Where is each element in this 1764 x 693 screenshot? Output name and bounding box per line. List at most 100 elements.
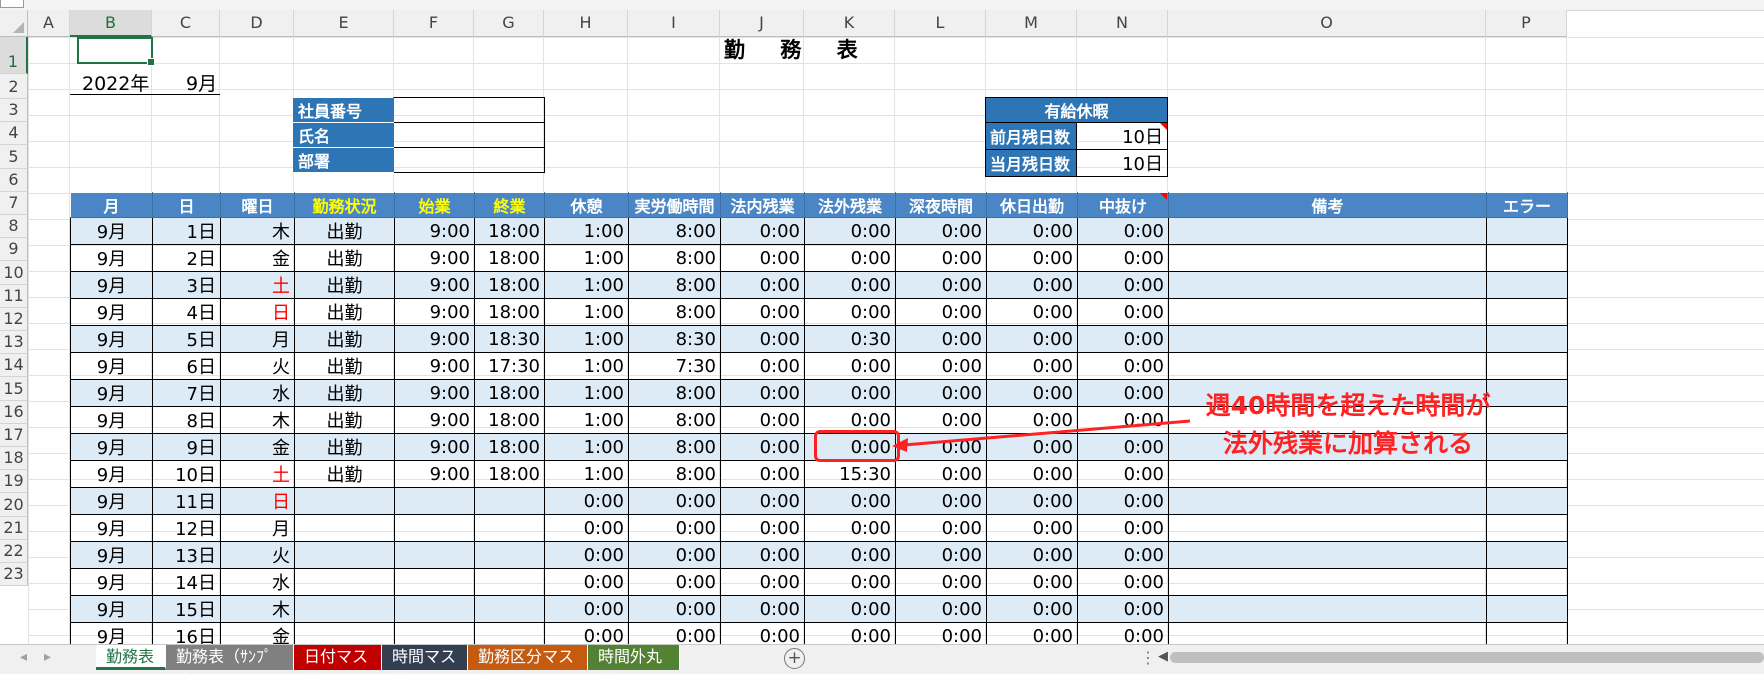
cell-r0-c13[interactable]	[1168, 217, 1487, 245]
row-header-13[interactable]: 13	[0, 331, 28, 355]
cell-r2-c14[interactable]	[1486, 271, 1568, 299]
sheet-tab-5[interactable]: 時間外丸め	[588, 645, 680, 690]
cell-r15-c8[interactable]: 0:00	[720, 622, 805, 644]
row-header-20[interactable]: 20	[0, 493, 28, 517]
cell-r14-c2[interactable]: 木	[220, 595, 295, 623]
cell-r1-c5[interactable]: 18:00	[474, 244, 545, 272]
cell-r10-c9[interactable]: 0:00	[804, 487, 896, 515]
row-header-19[interactable]: 19	[0, 470, 28, 494]
cell-r13-c14[interactable]	[1486, 568, 1568, 596]
cell-r4-c2[interactable]: 月	[220, 325, 295, 353]
cell-r9-c7[interactable]: 8:00	[628, 460, 721, 488]
cell-r10-c4[interactable]	[394, 487, 475, 515]
cell-r5-c9[interactable]: 0:00	[804, 352, 896, 380]
cell-r13-c8[interactable]: 0:00	[720, 568, 805, 596]
cell-r2-c4[interactable]: 9:00	[394, 271, 475, 299]
column-header-m[interactable]: M	[986, 10, 1077, 37]
cell-r12-c10[interactable]: 0:00	[895, 541, 987, 569]
cell-r15-c0[interactable]: 9月	[70, 622, 153, 644]
cell-r9-c0[interactable]: 9月	[70, 460, 153, 488]
cell-r0-c8[interactable]: 0:00	[720, 217, 805, 245]
row-header-6[interactable]: 6	[0, 168, 28, 192]
cell-r6-c10[interactable]: 0:00	[895, 379, 987, 407]
cell-r10-c6[interactable]: 0:00	[544, 487, 629, 515]
cell-r3-c0[interactable]: 9月	[70, 298, 153, 326]
row-header-8[interactable]: 8	[0, 215, 28, 239]
column-header-i[interactable]: I	[628, 10, 720, 37]
cell-r12-c14[interactable]	[1486, 541, 1568, 569]
cell-r13-c10[interactable]: 0:00	[895, 568, 987, 596]
cell-r9-c3[interactable]: 出勤	[294, 460, 395, 488]
cell-r9-c13[interactable]	[1168, 460, 1487, 488]
cell-r11-c14[interactable]	[1486, 514, 1568, 542]
cell-r0-c0[interactable]: 9月	[70, 217, 153, 245]
column-header-e[interactable]: E	[294, 10, 394, 37]
cell-r5-c3[interactable]: 出勤	[294, 352, 395, 380]
cell-r10-c3[interactable]	[294, 487, 395, 515]
select-all-corner[interactable]	[0, 10, 28, 37]
cell-r6-c12[interactable]: 0:00	[1077, 379, 1169, 407]
cell-r13-c12[interactable]: 0:00	[1077, 568, 1169, 596]
cell-r12-c5[interactable]	[474, 541, 545, 569]
more-icon[interactable]: ⋮	[1140, 648, 1156, 667]
cell-r4-c8[interactable]: 0:00	[720, 325, 805, 353]
cell-r6-c0[interactable]: 9月	[70, 379, 153, 407]
cell-r5-c14[interactable]	[1486, 352, 1568, 380]
cell-r12-c7[interactable]: 0:00	[628, 541, 721, 569]
cell-r11-c6[interactable]: 0:00	[544, 514, 629, 542]
cell-r13-c1[interactable]: 14日	[152, 568, 221, 596]
cell-r11-c12[interactable]: 0:00	[1077, 514, 1169, 542]
cell-r14-c7[interactable]: 0:00	[628, 595, 721, 623]
current-remaining-value[interactable]: 10日	[1075, 149, 1169, 177]
cell-r3-c3[interactable]: 出勤	[294, 298, 395, 326]
cell-r0-c6[interactable]: 1:00	[544, 217, 629, 245]
cell-r15-c9[interactable]: 0:00	[804, 622, 896, 644]
plus-circle-icon[interactable]: +	[784, 648, 805, 669]
cell-r14-c14[interactable]	[1486, 595, 1568, 623]
cell-r12-c3[interactable]	[294, 541, 395, 569]
cell-r1-c3[interactable]: 出勤	[294, 244, 395, 272]
spreadsheet-grid[interactable]: ABCDEFGHIJKLMNOP 1 2 3 4 5 6 7 8 9 10 11 12 13 14 15 16…	[0, 10, 1764, 644]
prev-remaining-value[interactable]: 10日	[1075, 122, 1169, 150]
cell-r7-c8[interactable]: 0:00	[720, 406, 805, 434]
cell-r15-c1[interactable]: 16日	[152, 622, 221, 644]
cell-r9-c6[interactable]: 1:00	[544, 460, 629, 488]
cell-r11-c13[interactable]	[1168, 514, 1487, 542]
cell-r6-c8[interactable]: 0:00	[720, 379, 805, 407]
cell-r5-c8[interactable]: 0:00	[720, 352, 805, 380]
cell-r15-c6[interactable]: 0:00	[544, 622, 629, 644]
cell-r11-c11[interactable]: 0:00	[986, 514, 1078, 542]
row-header-21[interactable]: 21	[0, 516, 28, 540]
cell-r4-c12[interactable]: 0:00	[1077, 325, 1169, 353]
cell-r3-c4[interactable]: 9:00	[394, 298, 475, 326]
cell-r2-c0[interactable]: 9月	[70, 271, 153, 299]
cell-r1-c10[interactable]: 0:00	[895, 244, 987, 272]
cell-r0-c11[interactable]: 0:00	[986, 217, 1078, 245]
cell-r1-c6[interactable]: 1:00	[544, 244, 629, 272]
cell-r6-c1[interactable]: 7日	[152, 379, 221, 407]
cell-r15-c3[interactable]	[294, 622, 395, 644]
cell-r3-c12[interactable]: 0:00	[1077, 298, 1169, 326]
cell-r13-c6[interactable]: 0:00	[544, 568, 629, 596]
cell-r8-c3[interactable]: 出勤	[294, 433, 395, 461]
triangle-left-icon[interactable]: ◂	[20, 649, 27, 665]
cell-r2-c9[interactable]: 0:00	[804, 271, 896, 299]
column-header-h[interactable]: H	[544, 10, 628, 37]
cell-r11-c1[interactable]: 12日	[152, 514, 221, 542]
cell-r15-c7[interactable]: 0:00	[628, 622, 721, 644]
cell-r13-c5[interactable]	[474, 568, 545, 596]
cell-r4-c7[interactable]: 8:30	[628, 325, 721, 353]
column-header-c[interactable]: C	[152, 10, 220, 37]
cell-r12-c9[interactable]: 0:00	[804, 541, 896, 569]
cell-r14-c8[interactable]: 0:00	[720, 595, 805, 623]
cell-r8-c6[interactable]: 1:00	[544, 433, 629, 461]
cell-r4-c5[interactable]: 18:30	[474, 325, 545, 353]
cell-r4-c4[interactable]: 9:00	[394, 325, 475, 353]
cell-r13-c0[interactable]: 9月	[70, 568, 153, 596]
row-header-17[interactable]: 17	[0, 423, 28, 447]
cell-r9-c2[interactable]: 土	[220, 460, 295, 488]
cell-r5-c10[interactable]: 0:00	[895, 352, 987, 380]
cell-r10-c8[interactable]: 0:00	[720, 487, 805, 515]
cell-r14-c11[interactable]: 0:00	[986, 595, 1078, 623]
cell-r0-c12[interactable]: 0:00	[1077, 217, 1169, 245]
